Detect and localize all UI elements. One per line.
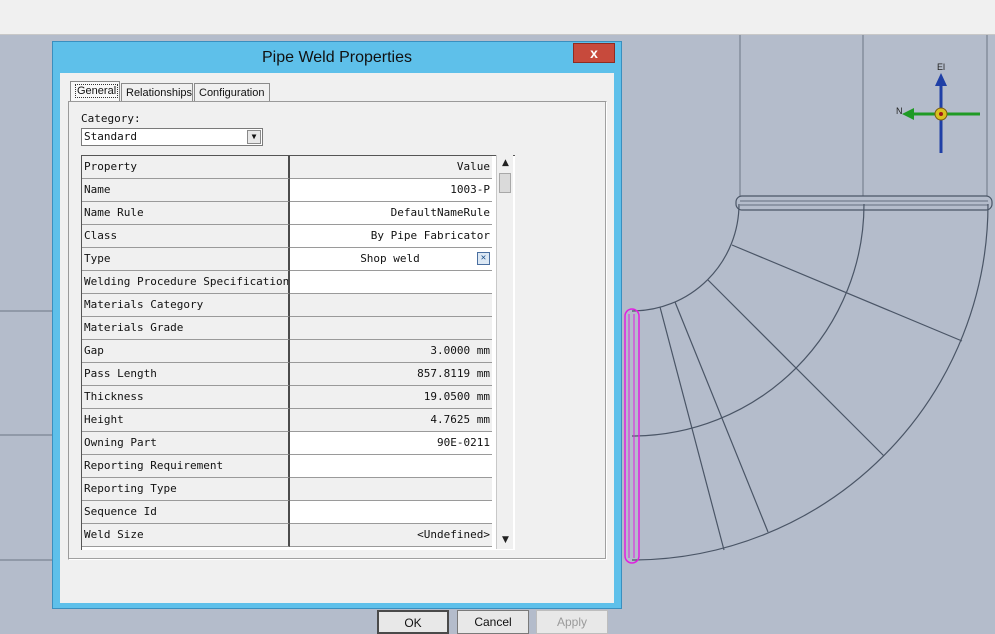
grid-scrollbar[interactable]: ▲ ▼ [496,155,513,549]
table-row[interactable]: Materials Grade [82,317,492,340]
application-toolbar-area [0,0,995,35]
table-row[interactable]: Welding Procedure Specification [82,271,492,294]
close-button[interactable]: x [573,43,615,63]
property-name: Thickness [82,386,290,409]
property-column-header[interactable]: Property [82,156,290,179]
table-row[interactable]: Reporting Requirement [82,455,492,478]
scroll-down-icon[interactable]: ▼ [498,533,513,548]
property-name: Name Rule [82,202,290,225]
property-value-field[interactable]: By Pipe Fabricator [290,225,492,248]
property-name: Class [82,225,290,248]
property-value-field: 3.0000 mm [290,340,492,363]
table-row[interactable]: Reporting Type [82,478,492,501]
property-grid: Property Value Name 1003-P Name Rule Def… [81,155,515,550]
property-value-field[interactable] [290,455,492,478]
property-name: Owning Part [82,432,290,455]
property-value-field: 857.8119 mm [290,363,492,386]
property-value-field[interactable]: 1003-P [290,179,492,202]
property-value-field [290,478,492,501]
tab-general[interactable]: General [70,81,120,101]
tab-general-label: General [75,84,119,98]
tab-relationships[interactable]: Relationships [121,83,193,101]
pipe-weld-properties-dialog: Pipe Weld Properties x General Relations… [52,41,622,634]
property-name: Type [82,248,290,271]
table-row[interactable]: Thickness 19.0500 mm [82,386,492,409]
property-name: Gap [82,340,290,363]
scroll-up-icon[interactable]: ▲ [498,156,513,171]
type-value: Shop weld [360,252,420,265]
property-name: Sequence Id [82,501,290,524]
property-value-field: 4.7625 mm [290,409,492,432]
property-name: Reporting Requirement [82,455,290,478]
table-row[interactable]: Weld Size <Undefined> [82,524,492,547]
cancel-button[interactable]: Cancel [457,610,529,634]
table-row[interactable]: Name 1003-P [82,179,492,202]
table-row[interactable]: Class By Pipe Fabricator [82,225,492,248]
grid-header-row: Property Value [82,156,492,179]
compass-up-label: El [937,62,946,72]
table-row[interactable]: Sequence Id [82,501,492,524]
general-tab-panel: Category: Standard ▼ Property Value Name… [68,101,607,560]
table-row[interactable]: Height 4.7625 mm [82,409,492,432]
scrollbar-thumb[interactable] [499,173,511,193]
property-name: Name [82,179,290,202]
property-name: Reporting Type [82,478,290,501]
type-picker-icon[interactable]: ✕ [477,252,490,265]
property-value-field: 19.0500 mm [290,386,492,409]
table-row[interactable]: Gap 3.0000 mm [82,340,492,363]
property-value-field [290,317,492,340]
category-dropdown[interactable]: Standard ▼ [81,128,263,146]
category-label: Category: [81,112,141,125]
tab-configuration[interactable]: Configuration [194,83,270,101]
dialog-client-area: General Relationships Configuration Cate… [60,73,614,634]
property-value-field [290,294,492,317]
table-row[interactable]: Owning Part 90E-0211 [82,432,492,455]
property-name: Materials Category [82,294,290,317]
property-value-field: <Undefined> [290,524,492,547]
property-name: Materials Grade [82,317,290,340]
property-value-field[interactable] [290,501,492,524]
compass-left-label: N [896,106,903,116]
chevron-down-icon[interactable]: ▼ [247,130,261,144]
category-value: Standard [84,130,137,143]
property-value-field[interactable]: 90E-0211 [290,432,492,455]
table-row[interactable]: Type Shop weld ✕ [82,248,492,271]
dialog-title: Pipe Weld Properties [262,49,412,66]
property-value-field[interactable]: DefaultNameRule [290,202,492,225]
property-name: Pass Length [82,363,290,386]
orientation-compass-icon [902,73,980,153]
property-name: Weld Size [82,524,290,547]
table-row[interactable]: Name Rule DefaultNameRule [82,202,492,225]
property-value-field[interactable]: Shop weld ✕ [290,248,492,271]
apply-button[interactable]: Apply [536,610,608,634]
property-value-field[interactable] [290,271,492,294]
ok-button[interactable]: OK [377,610,449,634]
property-name: Height [82,409,290,432]
table-row[interactable]: Pass Length 857.8119 mm [82,363,492,386]
property-name: Welding Procedure Specification [82,271,290,294]
value-column-header[interactable]: Value [290,156,492,179]
table-row[interactable]: Materials Category [82,294,492,317]
